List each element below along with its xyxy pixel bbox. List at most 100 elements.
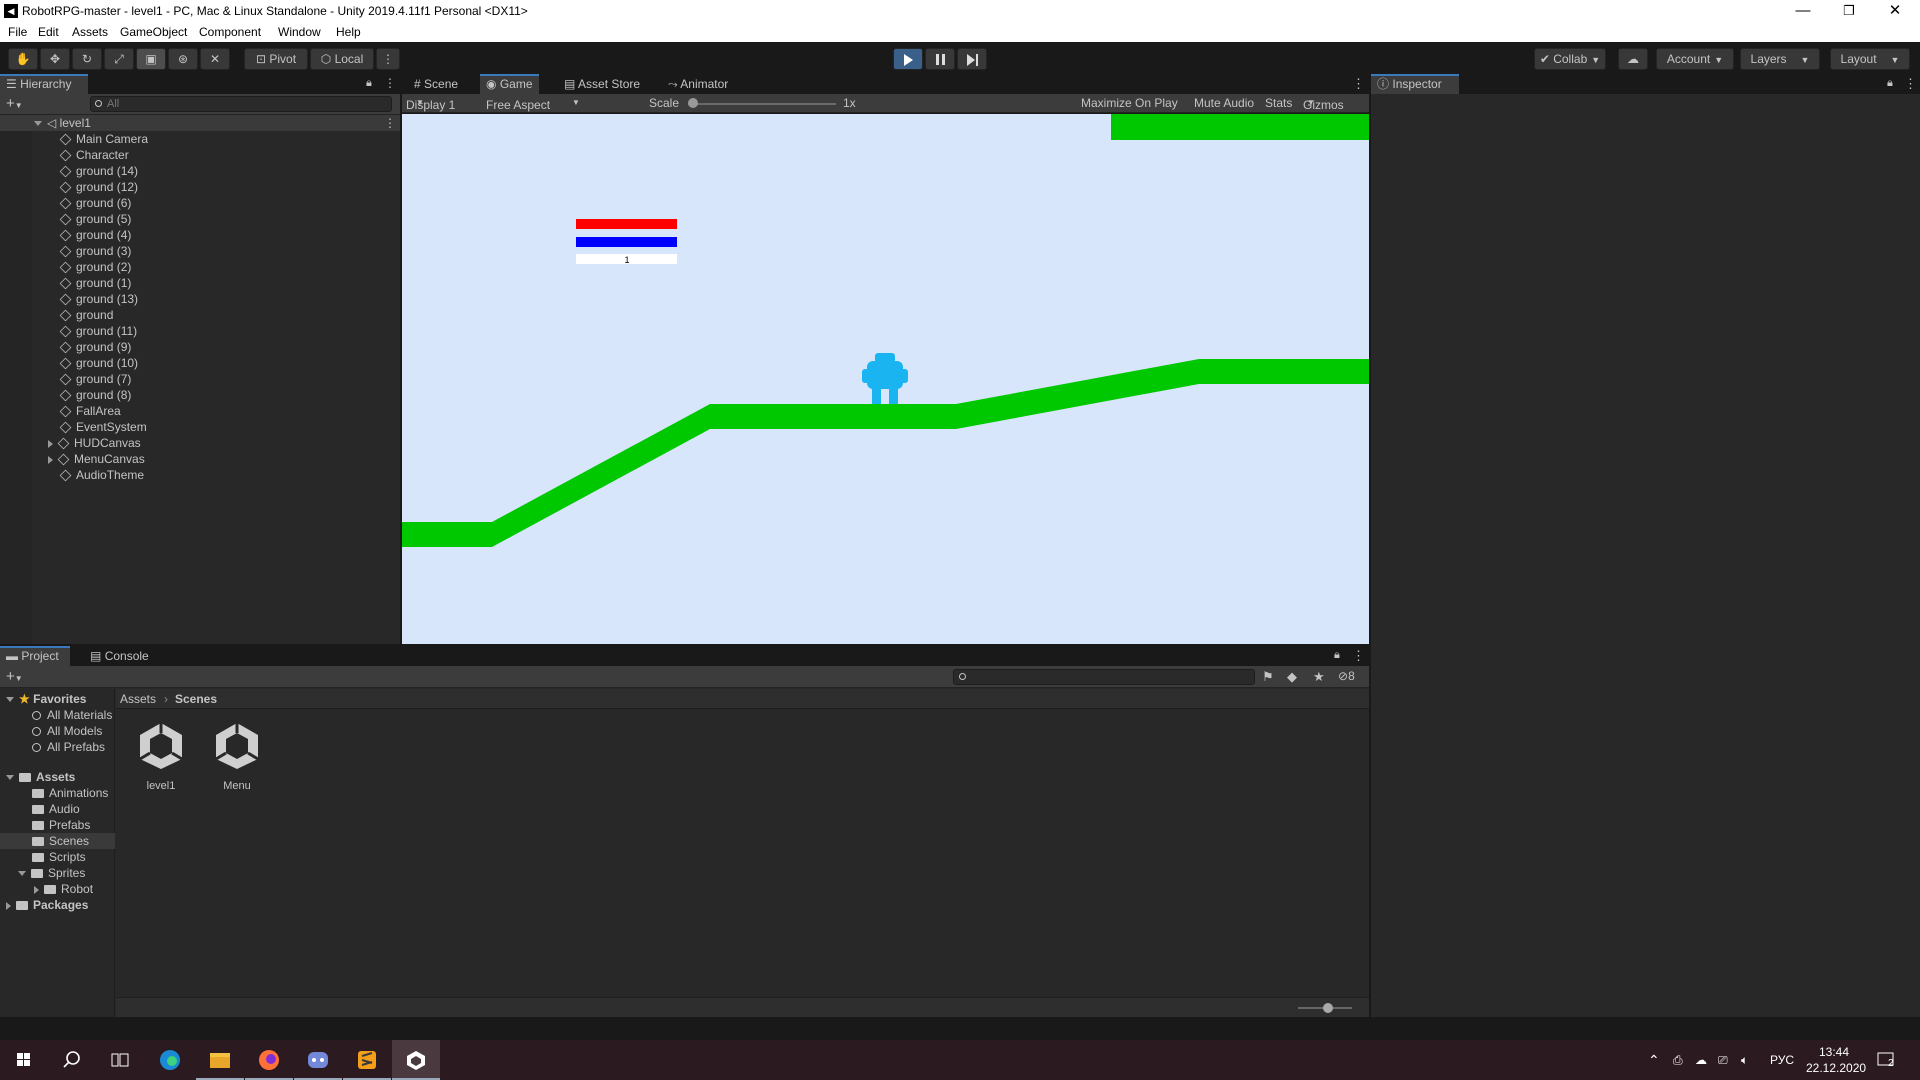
tab-game[interactable]: ◉ Game [480, 74, 539, 94]
network-icon[interactable]: ⎚ [1718, 1040, 1728, 1080]
hierarchy-item[interactable]: Character [59, 147, 129, 163]
search-taskbar-button[interactable] [48, 1040, 96, 1080]
restore-button[interactable]: ❐ [1826, 0, 1872, 22]
tab-inspector[interactable]: ⓘ Inspector [1371, 74, 1459, 94]
close-button[interactable]: ✕ [1872, 0, 1918, 22]
hierarchy-item[interactable]: ground (7) [59, 371, 131, 387]
create-plus-icon[interactable]: +▼ [6, 668, 23, 685]
lock-icon[interactable]: 🔒︎ [366, 77, 372, 90]
scale-tool-button[interactable]: ⤢ [104, 48, 134, 70]
hierarchy-item[interactable]: ground (4) [59, 227, 131, 243]
menu-window[interactable]: Window [278, 25, 321, 39]
asset-folder[interactable]: Scripts [32, 849, 86, 865]
tab-asset-store[interactable]: ▤ Asset Store [558, 74, 646, 94]
hierarchy-item[interactable]: EventSystem [59, 419, 147, 435]
lock-icon[interactable]: 🔒︎ [1334, 649, 1340, 662]
language-indicator[interactable]: РУС [1770, 1040, 1794, 1080]
menu-file[interactable]: File [8, 25, 27, 39]
favorite-star-icon[interactable]: ★ [1313, 669, 1325, 685]
transform-tool-button[interactable]: ⊛ [168, 48, 198, 70]
task-view-button[interactable] [96, 1040, 144, 1080]
layers-dropdown[interactable]: Layers ▼ [1740, 48, 1820, 70]
panel-menu-icon[interactable]: ⋮ [1904, 76, 1917, 92]
asset-folder[interactable]: Audio [32, 801, 80, 817]
tab-project[interactable]: ▬ Project [0, 646, 70, 666]
maximize-on-play-toggle[interactable]: Maximize On Play [1078, 96, 1181, 110]
breadcrumb-assets[interactable]: Assets [120, 692, 156, 706]
move-tool-button[interactable]: ✥ [40, 48, 70, 70]
discord-app[interactable] [294, 1040, 342, 1080]
edge-app[interactable] [146, 1040, 194, 1080]
account-dropdown[interactable]: Account ▼ [1656, 48, 1734, 70]
hierarchy-item[interactable]: ground (11) [59, 323, 137, 339]
minimize-button[interactable]: — [1780, 0, 1826, 22]
menu-assets[interactable]: Assets [72, 25, 108, 39]
panel-menu-icon[interactable]: ⋮ [1352, 648, 1365, 664]
lock-icon[interactable]: 🔒︎ [1887, 77, 1893, 90]
favorite-item[interactable]: All Models [32, 723, 102, 739]
hierarchy-item[interactable]: ground (13) [59, 291, 138, 307]
scale-slider-track[interactable] [688, 103, 836, 105]
pause-button[interactable] [925, 48, 955, 70]
hierarchy-item[interactable]: ground (9) [59, 339, 131, 355]
windows-start-button[interactable] [0, 1040, 48, 1080]
favorite-item[interactable]: All Materials [32, 707, 115, 723]
icon-size-slider-handle[interactable] [1323, 1003, 1333, 1013]
hierarchy-item[interactable]: ground (12) [59, 179, 138, 195]
hierarchy-item[interactable]: HUDCanvas [48, 435, 141, 451]
assets-header[interactable]: Assets [6, 769, 75, 785]
cloud-button[interactable]: ☁ [1618, 48, 1648, 70]
onedrive-icon[interactable]: ☁ [1695, 1040, 1707, 1080]
asset-folder[interactable]: Animations [32, 785, 108, 801]
hierarchy-item[interactable]: ground (2) [59, 259, 131, 275]
packages-header[interactable]: Packages [6, 897, 88, 913]
custom-tool-button[interactable]: ✕ [200, 48, 230, 70]
rect-tool-button[interactable]: ▣ [136, 48, 166, 70]
tray-app-icon[interactable]: ⎙ [1673, 1040, 1683, 1080]
favorite-item[interactable]: All Prefabs [32, 739, 105, 755]
hierarchy-item[interactable]: ground (10) [59, 355, 138, 371]
menu-edit[interactable]: Edit [38, 25, 59, 39]
step-button[interactable] [957, 48, 987, 70]
scale-slider-handle[interactable] [688, 98, 698, 108]
breadcrumb-scenes[interactable]: Scenes [175, 692, 217, 706]
hierarchy-item[interactable]: ground (14) [59, 163, 138, 179]
sublime-app[interactable] [343, 1040, 391, 1080]
scene-root-row[interactable]: ◁ level1 ⋮ [0, 115, 400, 131]
hierarchy-item[interactable]: ground (6) [59, 195, 131, 211]
filter-label-icon[interactable]: ◆ [1287, 669, 1297, 685]
menu-gameobject[interactable]: GameObject [120, 25, 187, 39]
hierarchy-item[interactable]: ground (8) [59, 387, 131, 403]
asset-folder[interactable]: Robot [34, 881, 93, 897]
tab-scene[interactable]: # Scene [408, 74, 464, 94]
file-explorer-app[interactable] [196, 1040, 244, 1080]
scene-asset-level1[interactable]: level1 [126, 719, 196, 792]
hierarchy-item[interactable]: ground (5) [59, 211, 131, 227]
play-button[interactable] [893, 48, 923, 70]
rotate-tool-button[interactable]: ↻ [72, 48, 102, 70]
volume-icon[interactable]: 🔈︎ [1741, 1040, 1748, 1080]
tab-hierarchy[interactable]: ☰ Hierarchy [0, 74, 88, 94]
collab-dropdown[interactable]: ✔ Collab ▼ [1534, 48, 1606, 70]
pivot-toggle[interactable]: ⊡ Pivot [244, 48, 308, 70]
hierarchy-item[interactable]: Main Camera [59, 131, 148, 147]
scene-menu-icon[interactable]: ⋮ [384, 115, 396, 131]
notification-center-button[interactable]: 2 [1876, 1050, 1896, 1070]
asset-folder[interactable]: Prefabs [32, 817, 90, 833]
hierarchy-item[interactable]: ground (3) [59, 243, 131, 259]
game-viewport[interactable]: 1 [402, 114, 1369, 644]
stats-toggle[interactable]: Stats [1262, 96, 1295, 110]
expand-arrow-icon[interactable] [48, 455, 53, 464]
hidden-packages-toggle[interactable]: ⊘8 [1338, 669, 1355, 683]
firefox-app[interactable] [245, 1040, 293, 1080]
asset-folder-selected[interactable]: Scenes [0, 833, 115, 849]
menu-component[interactable]: Component [199, 25, 261, 39]
unity-app[interactable] [392, 1040, 440, 1080]
expand-arrow-icon[interactable] [48, 439, 53, 448]
project-search-input[interactable] [953, 669, 1255, 685]
scene-asset-menu[interactable]: Menu [202, 719, 272, 792]
menu-help[interactable]: Help [336, 25, 361, 39]
mute-audio-toggle[interactable]: Mute Audio [1191, 96, 1257, 110]
panel-menu-icon[interactable]: ⋮ [1352, 76, 1365, 92]
tray-chevron-up-icon[interactable]: ⌃ [1648, 1040, 1660, 1080]
